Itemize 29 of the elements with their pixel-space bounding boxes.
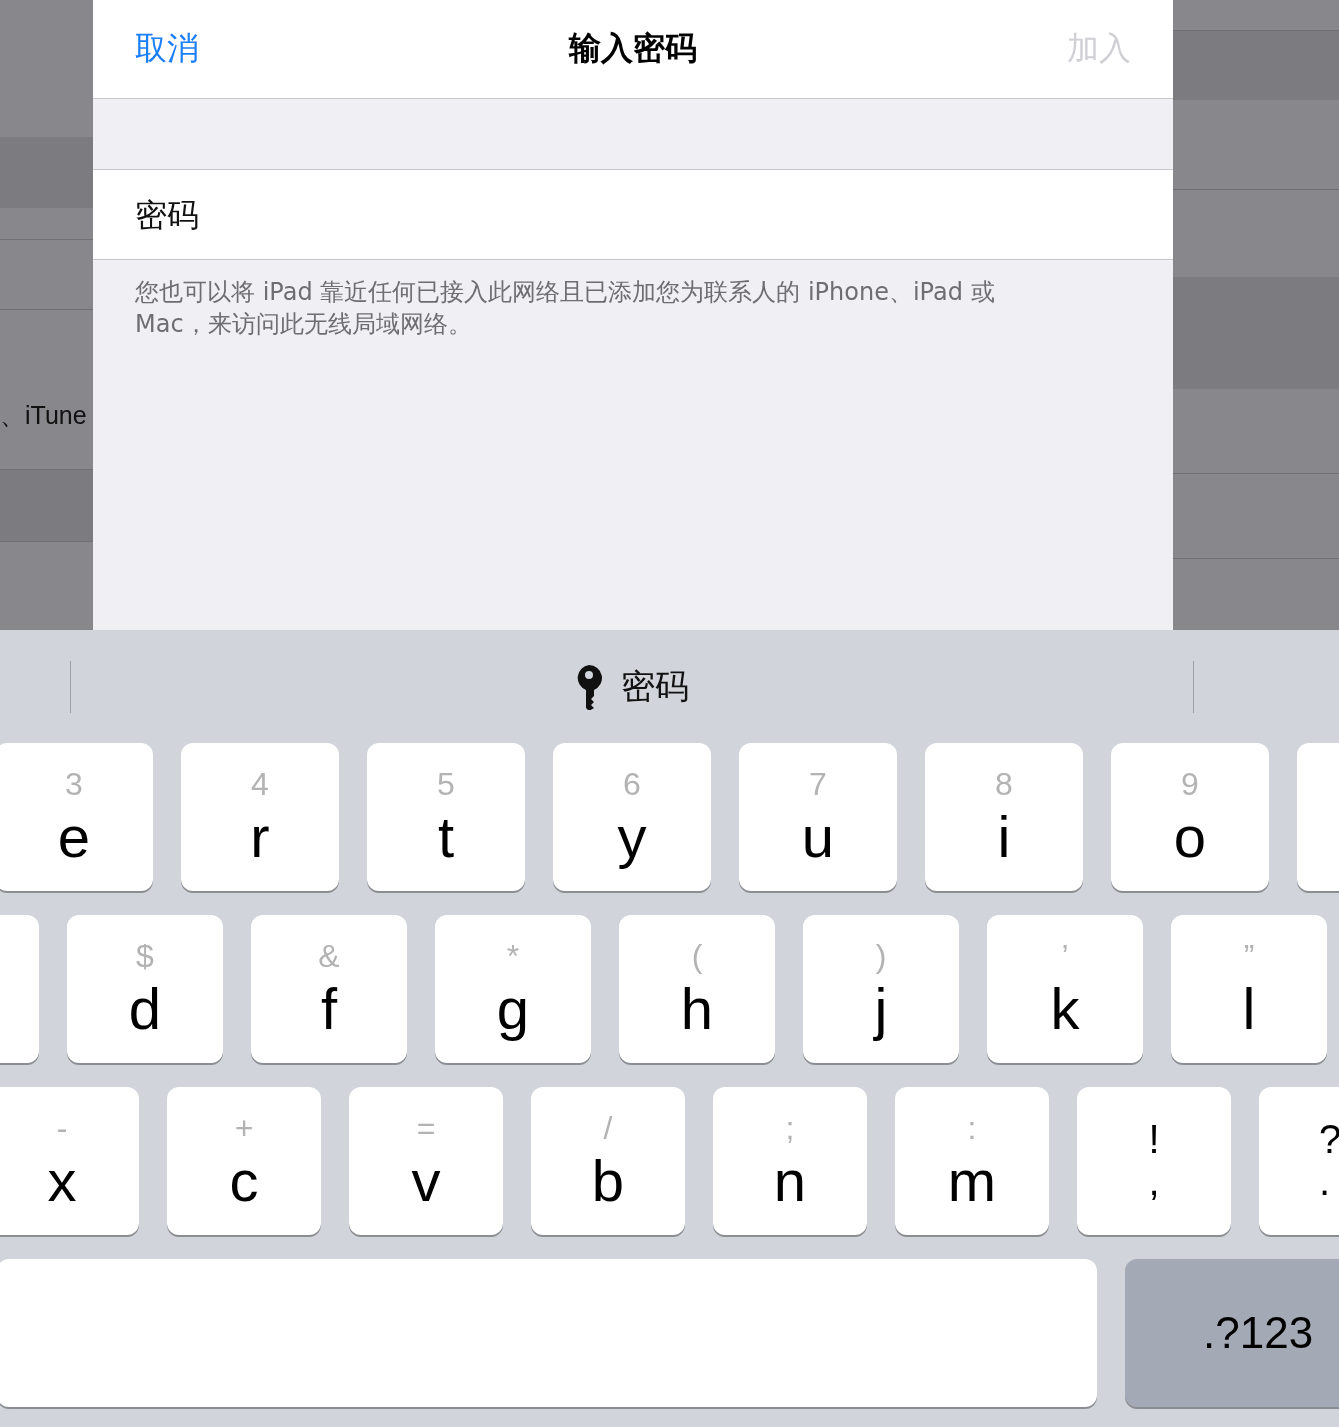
letter-key[interactable]: 6 y bbox=[553, 743, 711, 891]
number-mode-key[interactable]: .?123 bbox=[1125, 1259, 1339, 1407]
letter-key[interactable]: & f bbox=[251, 915, 407, 1063]
cancel-button[interactable]: 取消 bbox=[135, 27, 199, 71]
password-suggestion[interactable]: 密码 bbox=[575, 663, 689, 710]
letter-key[interactable]: ) j bbox=[803, 915, 959, 1063]
footer-note: 您也可以将 iPad 靠近任何已接入此网络且已添加您为联系人的 iPhone、iPad 或 Mac，来访问此无线局域网络。 bbox=[135, 277, 996, 340]
letter-key[interactable]: ; n bbox=[713, 1087, 867, 1235]
letter-key[interactable]: * g bbox=[435, 915, 591, 1063]
sheet-title: 输入密码 bbox=[569, 28, 697, 69]
letter-key[interactable]: $ d bbox=[67, 915, 223, 1063]
letter-key[interactable]: / b bbox=[531, 1087, 685, 1235]
letter-key[interactable]: 4 r bbox=[181, 743, 339, 891]
letter-key[interactable]: ( h bbox=[619, 915, 775, 1063]
key-icon bbox=[575, 663, 603, 710]
letter-key[interactable]: 8 i bbox=[925, 743, 1083, 891]
punctuation-key[interactable]: ! , bbox=[1077, 1087, 1231, 1235]
letter-key[interactable]: 3 e bbox=[0, 743, 153, 891]
letter-key[interactable]: = v bbox=[349, 1087, 503, 1235]
letter-key[interactable]: ” l bbox=[1171, 915, 1327, 1063]
letter-key[interactable]: 7 u bbox=[739, 743, 897, 891]
letter-key[interactable]: : m bbox=[895, 1087, 1049, 1235]
letter-key[interactable]: 5 t bbox=[367, 743, 525, 891]
letter-key[interactable]: - x bbox=[0, 1087, 139, 1235]
letter-key[interactable]: 9 o bbox=[1111, 743, 1269, 891]
letter-key[interactable]: ’ k bbox=[987, 915, 1143, 1063]
letter-key[interactable]: + c bbox=[167, 1087, 321, 1235]
space-key[interactable] bbox=[0, 1259, 1097, 1407]
list-row-text: 、iTune bbox=[0, 400, 87, 431]
